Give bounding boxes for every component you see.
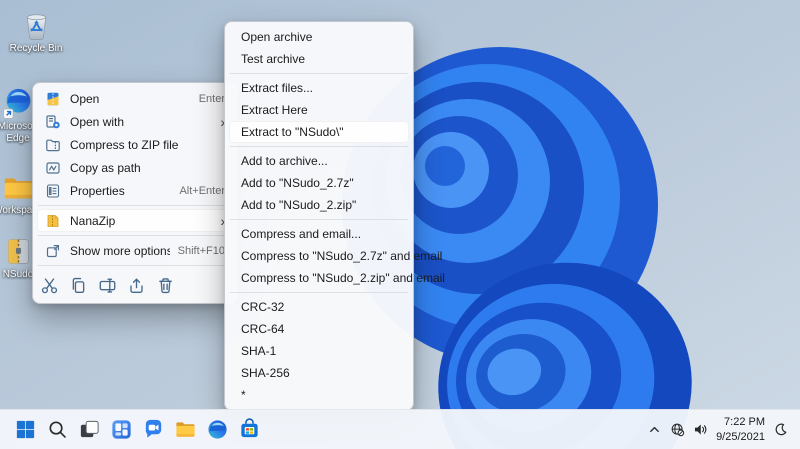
submenu-item-extract-to-nsudo[interactable]: Extract to "NSudo\"	[229, 121, 409, 143]
show-more-icon	[45, 243, 61, 259]
delete-button[interactable]	[154, 274, 176, 296]
menu-item-open[interactable]: Open Enter	[37, 87, 233, 110]
desktop-icon-label: NSudo	[2, 269, 34, 280]
submenu-item-compress-and-email[interactable]: Compress and email...	[229, 223, 409, 245]
tray-icons-right	[773, 422, 788, 437]
taskbar-widgets-button[interactable]	[107, 415, 136, 444]
submenu-item-compress-to-nsudo-2-7z-and-email[interactable]: Compress to "NSudo_2.7z" and email	[229, 245, 442, 267]
compress-zip-icon	[45, 137, 61, 153]
menu-separator	[38, 235, 232, 236]
desktop: Recycle BinMicrosoft EdgeWorkspaceNSudo …	[0, 0, 800, 449]
folder-icon	[1, 170, 35, 204]
menu-item-label: Open	[70, 91, 100, 106]
context-menu: Open Enter Open with › Compress to ZIP file C…	[32, 82, 238, 304]
menu-separator	[230, 73, 408, 74]
submenu-item-compress-to-nsudo-2-zip-and-email[interactable]: Compress to "NSudo_2.zip" and email	[229, 267, 445, 289]
taskbar-clock[interactable]: 7:22 PM 9/25/2021	[716, 415, 765, 444]
share-button[interactable]	[125, 274, 147, 296]
submenu-item-add-to-archive[interactable]: Add to archive...	[229, 150, 409, 172]
taskbar-search-button[interactable]	[43, 415, 72, 444]
submenu-item-test-archive[interactable]: Test archive	[229, 48, 409, 70]
submenu-item-extract-files[interactable]: Extract files...	[229, 77, 409, 99]
menu-item-open-with[interactable]: Open with ›	[37, 110, 233, 133]
chat-icon	[142, 418, 165, 441]
open-file-icon	[45, 91, 61, 107]
submenu-item-sha-256[interactable]: SHA-256	[229, 362, 409, 384]
menu-item-nanazip[interactable]: NanaZip ›	[37, 209, 233, 232]
tray-icons	[647, 422, 708, 437]
store-icon	[238, 418, 261, 441]
menu-separator	[38, 205, 232, 206]
taskbar-chat-button[interactable]	[139, 415, 168, 444]
cut-icon	[40, 276, 59, 295]
recycle-bin-icon	[19, 8, 53, 42]
network-icon[interactable]	[670, 422, 685, 437]
submenu-item-add-to-nsudo-2-zip[interactable]: Add to "NSudo_2.zip"	[229, 194, 409, 216]
menu-item-label: Open with	[70, 114, 125, 129]
nanazip-submenu: Open archive Test archive Extract files...…	[224, 21, 445, 411]
menu-item-copy-as-path[interactable]: Copy as path	[37, 156, 233, 179]
clock-time: 7:22 PM	[724, 416, 765, 429]
submenu-item-item[interactable]: *	[229, 384, 409, 406]
taskbar: 7:22 PM 9/25/2021	[0, 409, 800, 449]
menu-item-label: NanaZip	[70, 213, 116, 228]
menu-item-label: Show more options	[70, 243, 170, 258]
chevron-up-icon[interactable]	[647, 422, 662, 437]
nanazip-icon	[45, 213, 61, 229]
rename-icon	[98, 276, 117, 295]
desktop-icon-label: Recycle Bin	[9, 43, 63, 54]
menu-item-label: Compress to ZIP file	[70, 137, 179, 152]
menu-item-label: Copy as path	[70, 160, 141, 175]
menu-item-shortcut: Alt+Enter	[179, 184, 225, 197]
submenu-item-extract-here[interactable]: Extract Here	[229, 99, 409, 121]
rename-button[interactable]	[96, 274, 118, 296]
taskbar-task-view-button[interactable]	[75, 415, 104, 444]
nsudo-archive-icon	[1, 234, 35, 268]
copy-path-icon	[45, 160, 61, 176]
system-tray: 7:22 PM 9/25/2021	[647, 415, 800, 444]
search-icon	[46, 418, 69, 441]
microsoft-edge-icon	[1, 86, 35, 120]
taskbar-start-button[interactable]	[11, 415, 40, 444]
delete-icon	[156, 276, 175, 295]
copy-icon	[69, 276, 88, 295]
file-explorer-icon	[174, 418, 197, 441]
menu-item-compress-to-zip-file[interactable]: Compress to ZIP file	[37, 133, 233, 156]
taskbar-store-button[interactable]	[235, 415, 264, 444]
taskbar-edge-button[interactable]	[203, 415, 232, 444]
submenu-item-sha-1[interactable]: SHA-1	[229, 340, 409, 362]
menu-separator	[38, 265, 232, 266]
widgets-icon	[110, 418, 133, 441]
menu-item-shortcut: Enter	[198, 92, 225, 105]
edge-icon	[206, 418, 229, 441]
menu-separator	[230, 292, 408, 293]
submenu-item-crc-32[interactable]: CRC-32	[229, 296, 409, 318]
menu-separator	[230, 219, 408, 220]
share-icon	[127, 276, 146, 295]
cut-button[interactable]	[38, 274, 60, 296]
clock-date: 9/25/2021	[716, 430, 765, 443]
menu-item-shortcut: Shift+F10	[177, 244, 225, 257]
submenu-item-crc-64[interactable]: CRC-64	[229, 318, 409, 340]
menu-item-show-more-options[interactable]: Show more options Shift+F10	[37, 239, 233, 262]
menu-separator	[230, 146, 408, 147]
properties-icon	[45, 183, 61, 199]
menu-item-properties[interactable]: Properties Alt+Enter	[37, 179, 233, 202]
task-view-icon	[78, 418, 101, 441]
submenu-item-open-archive[interactable]: Open archive	[229, 26, 409, 48]
taskbar-file-explorer-button[interactable]	[171, 415, 200, 444]
start-icon	[14, 418, 37, 441]
context-menu-items: Open Enter Open with › Compress to ZIP file C…	[37, 87, 233, 266]
quick-actions-row	[37, 269, 233, 299]
menu-item-label: Properties	[70, 183, 125, 198]
open-with-icon	[45, 114, 61, 130]
moon-icon[interactable]	[773, 422, 788, 437]
taskbar-buttons	[11, 415, 264, 444]
submenu-item-add-to-nsudo-2-7z[interactable]: Add to "NSudo_2.7z"	[229, 172, 409, 194]
volume-icon[interactable]	[693, 422, 708, 437]
copy-button[interactable]	[67, 274, 89, 296]
desktop-icon-recycle-bin[interactable]: Recycle Bin	[9, 8, 63, 55]
